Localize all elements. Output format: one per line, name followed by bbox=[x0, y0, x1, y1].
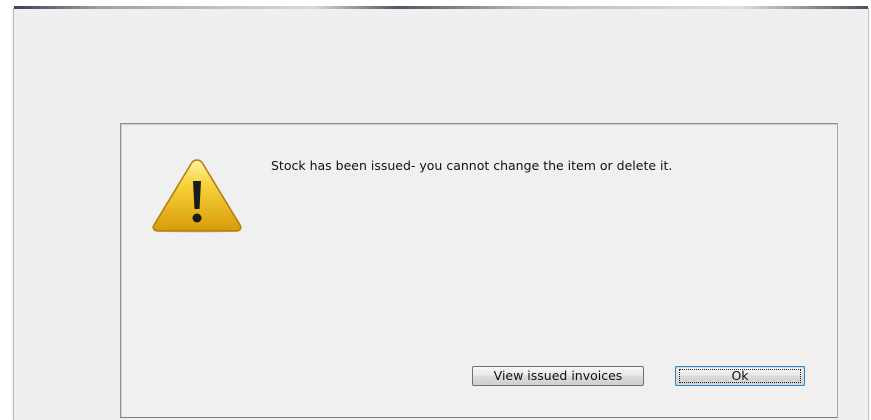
screen: Stock has been issued- you cannot change… bbox=[0, 0, 871, 420]
dialog-message: Stock has been issued- you cannot change… bbox=[271, 158, 673, 173]
ok-button[interactable]: Ok bbox=[675, 366, 805, 386]
message-dialog: Stock has been issued- you cannot change… bbox=[120, 123, 838, 418]
application-window: Stock has been issued- you cannot change… bbox=[13, 6, 869, 420]
warning-icon bbox=[152, 159, 242, 233]
view-issued-invoices-button[interactable]: View issued invoices bbox=[472, 366, 644, 386]
ok-button-label: Ok bbox=[731, 368, 749, 383]
window-top-edge bbox=[14, 6, 868, 9]
